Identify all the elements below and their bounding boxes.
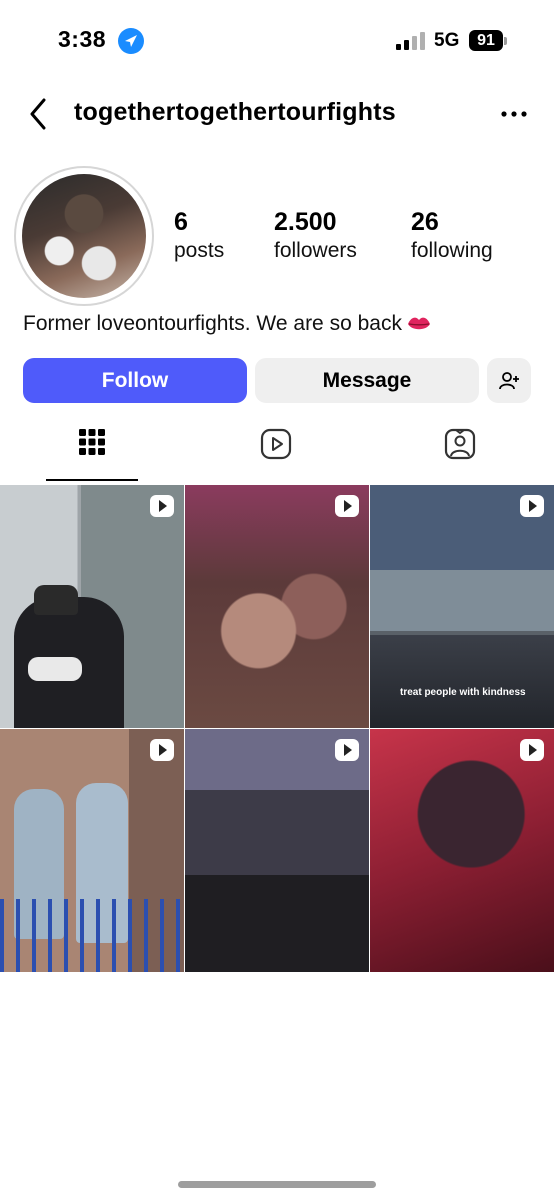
reel-icon — [335, 739, 359, 761]
post-caption-overlay: treat people with kindness — [400, 687, 526, 698]
status-bar: 3:38 5G 91 — [0, 0, 554, 80]
tab-posts[interactable] — [46, 428, 138, 480]
posts-count-label: posts — [174, 239, 225, 262]
following-count-value: 26 — [411, 208, 439, 236]
profile-username: togethertogethertourfights — [74, 98, 396, 126]
kiss-mark-icon — [406, 313, 432, 335]
following-count-label: following — [411, 239, 493, 262]
reels-icon — [260, 428, 292, 460]
followers-count-label: followers — [274, 239, 357, 262]
post-thumbnail[interactable] — [0, 729, 184, 972]
add-user-icon — [499, 371, 519, 389]
post-figure — [0, 899, 184, 972]
more-options-button[interactable] — [500, 104, 528, 124]
battery-icon: 91 — [469, 30, 503, 51]
battery-nub — [504, 37, 507, 45]
reel-icon — [335, 495, 359, 517]
location-arrow-icon — [118, 28, 144, 54]
active-tab-indicator — [46, 479, 138, 481]
tagged-icon — [444, 428, 476, 460]
bio-text: Former loveontourfights. We are so back — [23, 312, 402, 335]
post-thumbnail[interactable]: treat people with kindness — [370, 485, 554, 728]
followers-count[interactable]: 2.500 followers — [274, 208, 357, 266]
grid-icon — [79, 429, 105, 455]
home-indicator[interactable] — [178, 1181, 376, 1188]
reel-icon — [150, 739, 174, 761]
reel-icon — [520, 495, 544, 517]
reel-icon — [520, 739, 544, 761]
following-count[interactable]: 26 following — [411, 208, 493, 266]
post-figure — [28, 657, 82, 681]
reel-icon — [150, 495, 174, 517]
profile-bio: Former loveontourfights. We are so back — [23, 312, 432, 336]
more-dots-icon — [501, 111, 527, 117]
post-thumbnail[interactable] — [185, 485, 369, 728]
back-button[interactable] — [24, 96, 56, 132]
post-thumbnail[interactable] — [370, 729, 554, 972]
suggest-users-button[interactable] — [487, 358, 531, 403]
clock-time: 3:38 — [58, 26, 107, 52]
post-figure — [34, 585, 78, 615]
tab-tagged[interactable] — [414, 428, 506, 480]
message-button[interactable]: Message — [255, 358, 479, 403]
tab-reels[interactable] — [230, 428, 322, 480]
avatar[interactable] — [22, 174, 146, 298]
chevron-left-icon — [30, 98, 46, 130]
post-thumbnail[interactable] — [0, 485, 184, 728]
posts-count-value: 6 — [174, 208, 188, 236]
signal-strength-icon — [396, 32, 426, 50]
followers-count-value: 2.500 — [274, 208, 337, 236]
network-type: 5G — [434, 30, 460, 51]
post-thumbnail[interactable] — [185, 729, 369, 972]
posts-count: 6 posts — [174, 208, 224, 266]
follow-button[interactable]: Follow — [23, 358, 247, 403]
post-figure — [370, 635, 554, 728]
